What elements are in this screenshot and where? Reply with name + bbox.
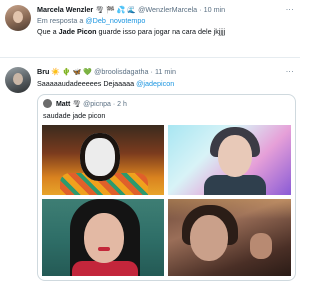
quoted-tweet-card[interactable]: Matt 🌪 @picnpa · 2 h saudade jade picon: [37, 94, 296, 281]
separator: ·: [199, 5, 202, 14]
photo-hand: [250, 233, 272, 259]
quoted-display-name: Matt: [55, 101, 71, 108]
timestamp[interactable]: 10 min: [204, 5, 226, 14]
tweet-header: Marcela Wenzler 🌪 🏁 💦 🌊 @WenzlerMarcela …: [37, 5, 225, 15]
tweet-marcela[interactable]: Marcela Wenzler 🌪 🏁 💦 🌊 @WenzlerMarcela …: [0, 0, 300, 54]
tweet-header: Bru ☀️ 🌵 🦋 💚 @broolisdagatha · 11 min: [37, 67, 176, 77]
photo-face: [218, 135, 252, 177]
quoted-timestamp: 2 h: [117, 101, 127, 108]
avatar-face: [13, 73, 23, 85]
handle[interactable]: @WenzlerMarcela: [138, 5, 197, 14]
quoted-photo-2[interactable]: [168, 125, 291, 195]
tweet-divider: [0, 57, 300, 58]
quoted-tweet-text: saudade jade picon: [43, 111, 106, 120]
quoted-handle: @picnpa: [83, 101, 111, 108]
avatar[interactable]: [5, 67, 31, 93]
photo-face-mask: [80, 133, 120, 181]
tweet-bru[interactable]: Bru ☀️ 🌵 🦋 💚 @broolisdagatha · 11 min ..…: [0, 60, 300, 284]
tweet-text-after: guarde isso para jogar na cara dele jkjj…: [98, 27, 226, 36]
tweet-text-before: Saaaaaudadeeeees Dejaaaaa: [37, 79, 135, 88]
reply-context: Em resposta a @Deb_novotempo: [37, 16, 145, 25]
mention-link[interactable]: @jadepicon: [136, 79, 174, 88]
handle[interactable]: @broolisdagatha: [94, 67, 148, 76]
quoted-separator: ·: [112, 101, 116, 108]
photo-body: [204, 175, 266, 195]
tweet-text: Que a Jade Picon guarde isso para jogar …: [37, 27, 225, 36]
photo-face: [190, 215, 228, 261]
quoted-photo-3[interactable]: [42, 199, 164, 276]
timestamp[interactable]: 11 min: [155, 67, 176, 76]
separator: ·: [150, 67, 153, 76]
display-name[interactable]: Marcela Wenzler: [37, 5, 93, 14]
reply-handle-link[interactable]: @Deb_novotempo: [85, 16, 145, 25]
reply-prefix: Em resposta a: [37, 16, 84, 25]
display-name[interactable]: Bru: [37, 67, 49, 76]
avatar-face: [13, 11, 23, 23]
avatar[interactable]: [5, 5, 31, 31]
tweet-text: Saaaaaudadeeeees Dejaaaaa @jadepicon: [37, 79, 174, 88]
quoted-photo-1[interactable]: [42, 125, 164, 195]
quoted-tweet-header: Matt 🌪 @picnpa · 2 h: [43, 99, 127, 109]
photo-lips: [98, 247, 110, 251]
name-emojis: 🌪 🏁 💦 🌊: [95, 7, 137, 14]
quoted-photo-4[interactable]: [168, 199, 291, 276]
quoted-avatar: [43, 99, 52, 108]
tweet-text-before: Que a: [37, 27, 57, 36]
more-options-icon[interactable]: ...: [286, 3, 294, 12]
photo-body: [72, 261, 138, 276]
tweet-text-bold: Jade Picon: [58, 27, 97, 36]
quoted-name-emojis: 🌪: [72, 101, 82, 108]
photo-face: [84, 213, 124, 263]
more-options-icon[interactable]: ...: [286, 65, 294, 74]
name-emojis: ☀️ 🌵 🦋 💚: [51, 69, 93, 76]
